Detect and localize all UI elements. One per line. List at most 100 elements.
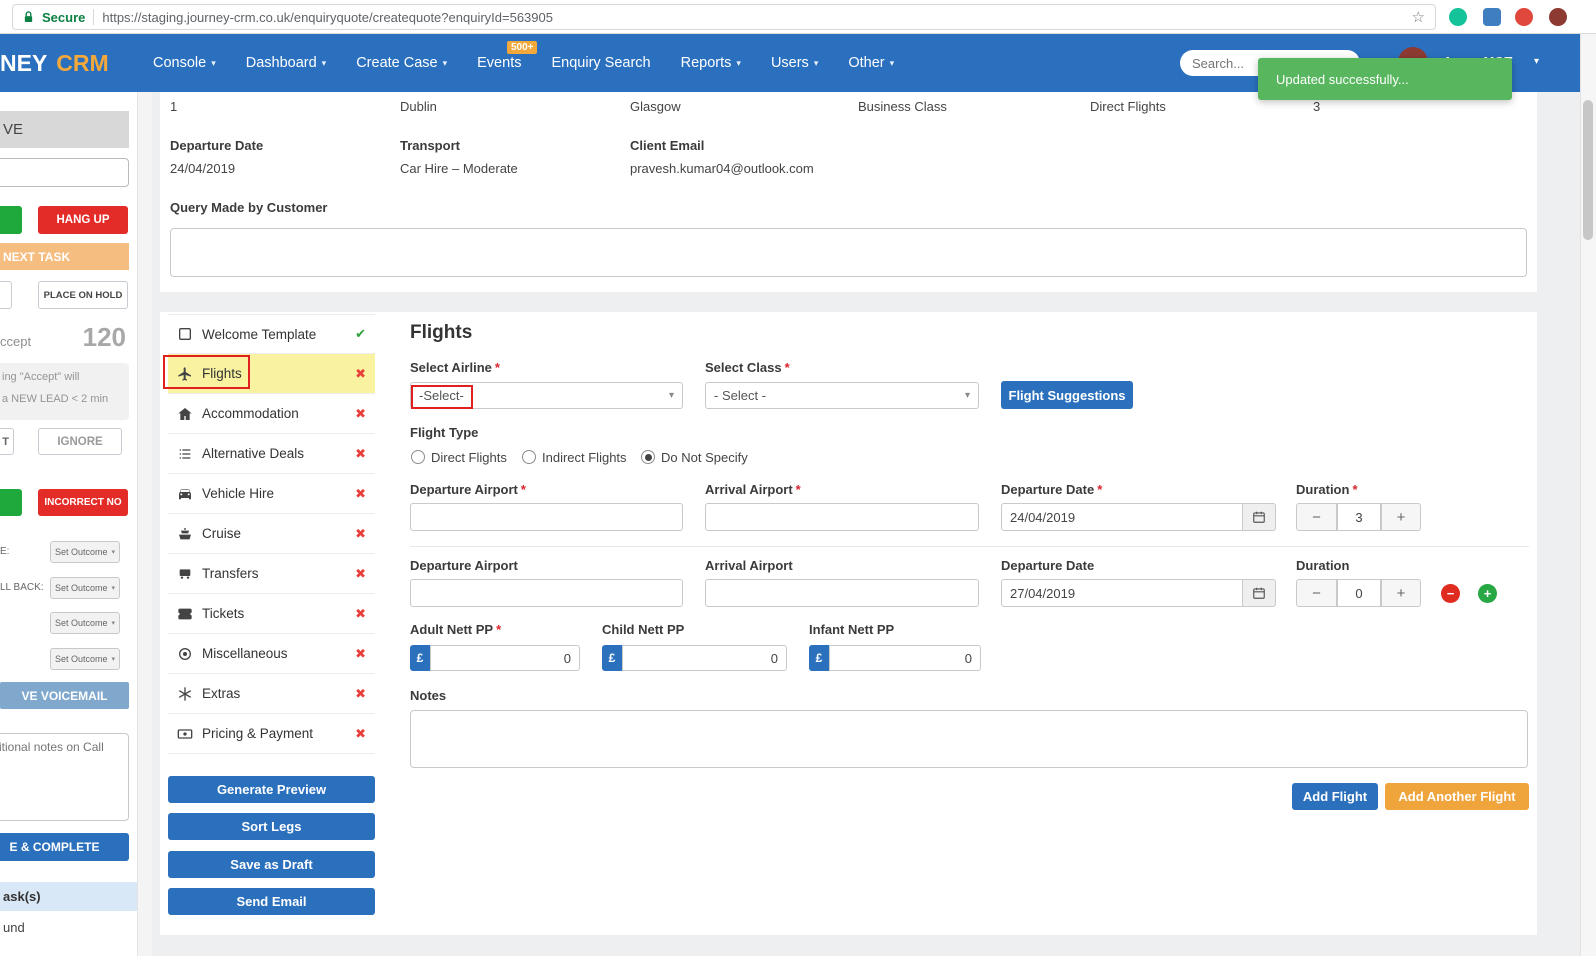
required-marker: * (784, 360, 790, 375)
child-nett-input[interactable] (622, 645, 787, 671)
chevron-down-icon: ▾ (668, 390, 674, 401)
tab-accommodation[interactable]: Accommodation ✖ (168, 394, 375, 434)
url-text[interactable]: https://staging.journey-crm.co.uk/enquir… (102, 10, 1403, 25)
accept-button-fragment[interactable]: T (0, 428, 14, 455)
accept-call-button-fragment[interactable] (0, 206, 22, 234)
nav-item-console[interactable]: Console ▾ (153, 55, 216, 71)
tab-welcome-template[interactable]: Welcome Template ✔ (168, 314, 375, 354)
airline-select[interactable]: -Select- ▾ (410, 382, 683, 409)
tasks-row: ask(s) (0, 882, 137, 911)
generate-preview-button[interactable]: Generate Preview (168, 776, 375, 803)
select-airline-label: Select Airline * (410, 360, 500, 375)
chevron-down-icon: ▾ (211, 57, 216, 68)
call-panel-input[interactable] (0, 158, 129, 187)
class-select[interactable]: - Select - ▾ (705, 382, 979, 409)
x-icon: ✖ (355, 485, 366, 501)
place-on-hold-button[interactable]: PLACE ON HOLD (38, 281, 128, 309)
brand-logo[interactable]: NEY CRM (0, 34, 109, 92)
grammarly-extension-icon[interactable] (1449, 8, 1467, 26)
departure-date-input[interactable] (1001, 503, 1243, 531)
set-outcome-select[interactable]: Set Outcome ▾ (50, 541, 120, 563)
enquiry-cell: Business Class (858, 99, 947, 114)
flight-suggestions-button[interactable]: Flight Suggestions (1001, 381, 1133, 409)
adult-nett-input[interactable] (430, 645, 580, 671)
radio-indirect-flights[interactable] (522, 450, 536, 464)
save-complete-button[interactable]: E & COMPLETE (0, 833, 129, 861)
tab-flights[interactable]: Flights ✖ (168, 354, 375, 394)
departure-airport-input[interactable] (410, 503, 683, 531)
leave-voicemail-button[interactable]: VE VOICEMAIL (0, 682, 129, 709)
sidebar-scrollbar[interactable] (137, 92, 152, 956)
required-marker: * (1352, 482, 1358, 497)
accept-note-line2: a NEW LEAD < 2 min (2, 393, 109, 405)
arrival-airport-input-2[interactable] (705, 579, 979, 607)
departure-airport-input-2[interactable] (410, 579, 683, 607)
nav-item-dashboard[interactable]: Dashboard ▾ (246, 55, 326, 71)
tab-vehicle-hire[interactable]: Vehicle Hire ✖ (168, 474, 375, 514)
tab-extras[interactable]: Extras ✖ (168, 674, 375, 714)
nav-item-events[interactable]: Events 500+ (477, 41, 538, 71)
screen: Secure https://staging.journey-crm.co.uk… (0, 0, 1596, 956)
page-scrollbar-thumb[interactable] (1583, 100, 1593, 240)
flight-notes-textarea[interactable] (410, 710, 1528, 768)
extension-icon[interactable] (1483, 8, 1501, 26)
add-leg-button[interactable]: + (1478, 584, 1497, 603)
duration-value-2[interactable] (1337, 579, 1381, 607)
enquiry-cell: 3 (1313, 99, 1321, 114)
tab-transfers[interactable]: Transfers ✖ (168, 554, 375, 594)
x-icon: ✖ (355, 685, 366, 701)
incorrect-no-button[interactable]: INCORRECT NO (38, 489, 128, 516)
add-another-flight-button[interactable]: Add Another Flight (1385, 783, 1529, 810)
arrival-airport-input[interactable] (705, 503, 979, 531)
remove-leg-button[interactable]: − (1441, 584, 1460, 603)
nav-item-enquiry-search[interactable]: Enquiry Search (551, 55, 650, 71)
tab-pricing-payment[interactable]: Pricing & Payment ✖ (168, 714, 375, 754)
radio-label-indirect[interactable]: Indirect Flights (542, 450, 627, 465)
query-textarea[interactable] (170, 228, 1527, 277)
duration-minus-button[interactable]: − (1296, 503, 1337, 531)
call-notes-textarea[interactable] (0, 733, 129, 821)
set-outcome-select[interactable]: Set Outcome ▾ (50, 577, 120, 599)
duration-value[interactable] (1337, 503, 1381, 531)
url-bar[interactable]: Secure https://staging.journey-crm.co.uk… (12, 4, 1436, 30)
duration-plus-button[interactable]: + (1381, 503, 1421, 531)
set-outcome-select[interactable]: Set Outcome ▾ (50, 612, 120, 634)
duration-minus-button-2[interactable]: − (1296, 579, 1337, 607)
radio-label-direct[interactable]: Direct Flights (431, 450, 507, 465)
ignore-button[interactable]: IGNORE (38, 428, 122, 455)
field-label-transport: Transport (400, 138, 460, 153)
tab-miscellaneous[interactable]: Miscellaneous ✖ (168, 634, 375, 674)
tab-alternative-deals[interactable]: Alternative Deals ✖ (168, 434, 375, 474)
radio-direct-flights[interactable] (411, 450, 425, 464)
hang-up-button[interactable]: HANG UP (38, 206, 128, 234)
sort-legs-button[interactable]: Sort Legs (168, 813, 375, 840)
tab-tickets[interactable]: Tickets ✖ (168, 594, 375, 634)
nav-item-users[interactable]: Users ▾ (771, 55, 818, 71)
correct-no-button-fragment[interactable] (0, 489, 22, 516)
save-as-draft-button[interactable]: Save as Draft (168, 851, 375, 878)
transfer-button-fragment[interactable] (0, 281, 12, 309)
nav-item-reports[interactable]: Reports ▾ (681, 55, 741, 71)
calendar-button[interactable] (1243, 503, 1276, 531)
field-value-client-email: pravesh.kumar04@outlook.com (630, 161, 814, 176)
tab-cruise[interactable]: Cruise ✖ (168, 514, 375, 554)
calendar-button[interactable] (1243, 579, 1276, 607)
x-icon: ✖ (355, 565, 366, 581)
radio-label-do-not-specify[interactable]: Do Not Specify (661, 450, 748, 465)
nav-item-create-case[interactable]: Create Case ▾ (356, 55, 447, 71)
divider (410, 546, 1529, 547)
send-email-button[interactable]: Send Email (168, 888, 375, 915)
extension-icon-maroon[interactable] (1549, 8, 1567, 26)
duration-plus-button-2[interactable]: + (1381, 579, 1421, 607)
departure-date-input-2[interactable] (1001, 579, 1243, 607)
required-marker: * (520, 482, 526, 497)
infant-nett-input[interactable] (829, 645, 981, 671)
radio-do-not-specify[interactable] (641, 450, 655, 464)
add-flight-button[interactable]: Add Flight (1292, 783, 1378, 810)
bookmark-star-icon[interactable]: ☆ (1412, 8, 1425, 26)
extension-icon-red[interactable] (1515, 8, 1533, 26)
nav-item-other[interactable]: Other ▾ (848, 55, 894, 71)
x-icon: ✖ (355, 445, 366, 461)
set-outcome-select[interactable]: Set Outcome ▾ (50, 648, 120, 670)
chevron-down-icon[interactable]: ▾ (1534, 56, 1539, 67)
